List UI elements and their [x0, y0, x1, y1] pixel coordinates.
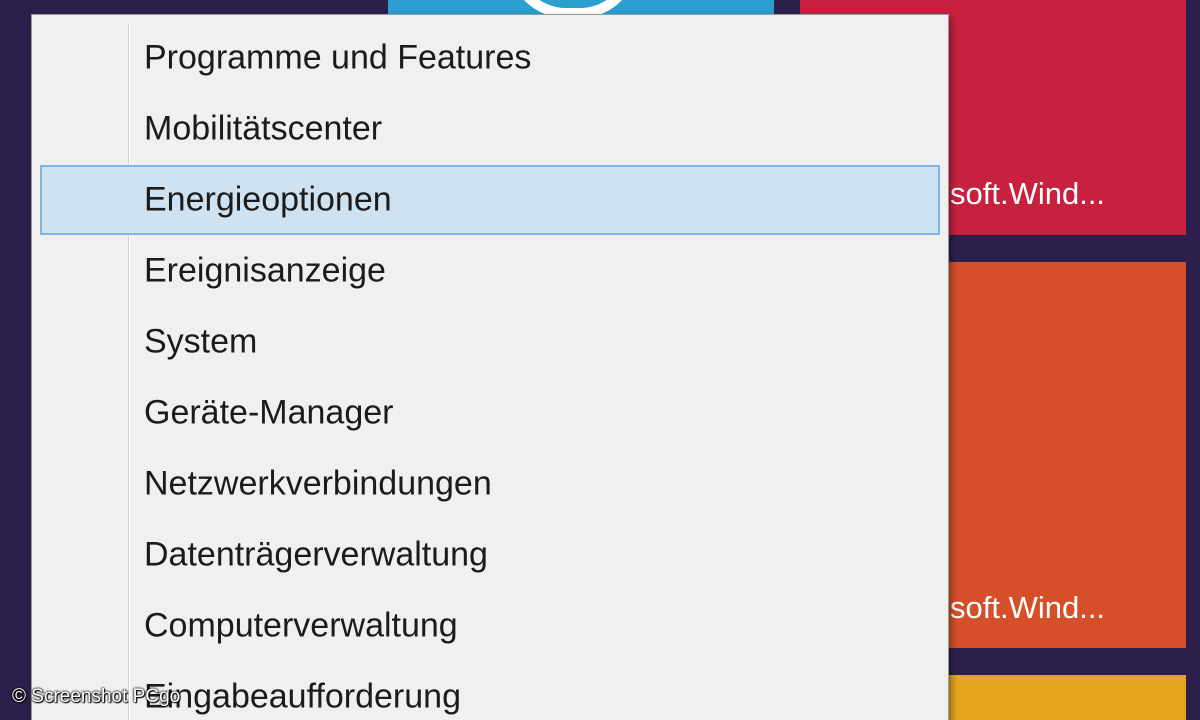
screenshot-credit: © Screenshot PCgo — [12, 686, 181, 707]
menu-item-system[interactable]: System — [40, 307, 940, 377]
menu-item-label: Programme und Features — [144, 38, 532, 77]
menu-item-label: Mobilitätscenter — [144, 109, 383, 148]
menu-item-label: Energieoptionen — [144, 180, 392, 219]
menu-item-datentraegerverwaltung[interactable]: Datenträgerverwaltung — [40, 520, 940, 590]
menu-item-label: Ereignisanzeige — [144, 251, 386, 290]
power-user-context-menu: Programme und Features Mobilitätscenter … — [31, 14, 949, 720]
menu-item-energieoptionen[interactable]: Energieoptionen — [40, 165, 940, 235]
menu-item-label: Eingabeaufforderung — [144, 677, 461, 716]
menu-item-label: System — [144, 322, 258, 361]
menu-item-label: Netzwerkverbindungen — [144, 464, 492, 503]
menu-item-label: Computerverwaltung — [144, 606, 458, 645]
menu-item-netzwerkverbindungen[interactable]: Netzwerkverbindungen — [40, 449, 940, 519]
menu-item-geraete-manager[interactable]: Geräte-Manager — [40, 378, 940, 448]
menu-item-label: Datenträgerverwaltung — [144, 535, 488, 574]
menu-item-mobilitaetscenter[interactable]: Mobilitätscenter — [40, 94, 940, 164]
app-tile-label: soft.Wind... — [950, 590, 1106, 625]
app-tile-label: soft.Wind... — [950, 176, 1106, 211]
menu-item-programme-und-features[interactable]: Programme und Features — [40, 23, 940, 93]
menu-item-ereignisanzeige[interactable]: Ereignisanzeige — [40, 236, 940, 306]
menu-item-computerverwaltung[interactable]: Computerverwaltung — [40, 591, 940, 661]
start-screen: soft.Wind... soft.Wind... Programme und … — [0, 0, 1200, 720]
menu-item-label: Geräte-Manager — [144, 393, 394, 432]
